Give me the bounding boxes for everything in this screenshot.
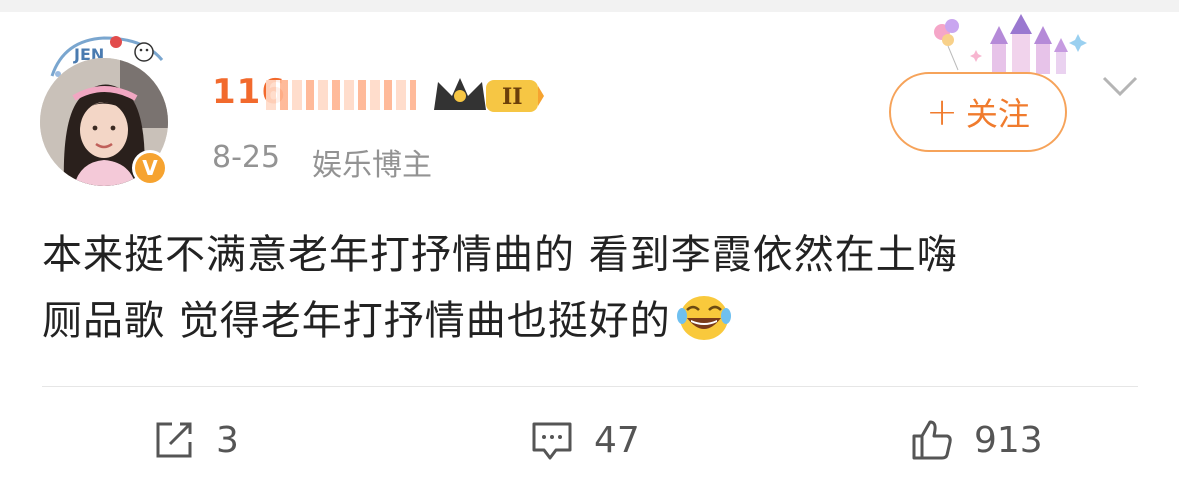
top-separator-strip (0, 0, 1179, 12)
repost-button[interactable]: 3 (152, 414, 239, 466)
post-text-line-1: 本来挺不满意老年打抒情曲的 看到李霞依然在土嗨 (42, 232, 958, 278)
post-text-line-2: 厕品歌 觉得老年打抒情曲也挺好的 (42, 288, 1142, 354)
repost-icon (156, 422, 192, 458)
username-obscured-mosaic (266, 80, 416, 110)
thumbs-up-icon (912, 420, 952, 460)
post-content: 本来挺不满意老年打抒情曲的 看到李霞依然在土嗨 厕品歌 觉得老年打抒情曲也挺好的 (42, 222, 1142, 354)
comment-button[interactable]: 47 (530, 414, 640, 466)
comment-icon (532, 422, 572, 460)
like-count: 913 (974, 419, 1043, 461)
follow-button[interactable]: + 关注 (889, 72, 1067, 152)
plus-icon: + (926, 90, 958, 134)
castle-decoration-icon (934, 14, 1087, 74)
repost-count: 3 (216, 419, 239, 461)
chevron-down-icon[interactable] (1100, 72, 1140, 100)
like-button[interactable]: 913 (910, 414, 1043, 466)
post-date: 8-25 (212, 140, 281, 175)
svg-text:II: II (502, 84, 523, 110)
verified-badge-icon: V (132, 150, 168, 186)
vip-crown-icon: II (434, 78, 544, 112)
post-text-line-2-text: 厕品歌 觉得老年打抒情曲也挺好的 (42, 298, 671, 344)
divider (42, 386, 1138, 387)
laughing-tears-emoji-icon (676, 296, 731, 340)
user-category: 娱乐博主 (312, 148, 432, 183)
follow-label: 关注 (965, 95, 1030, 133)
comment-count: 47 (594, 419, 640, 461)
